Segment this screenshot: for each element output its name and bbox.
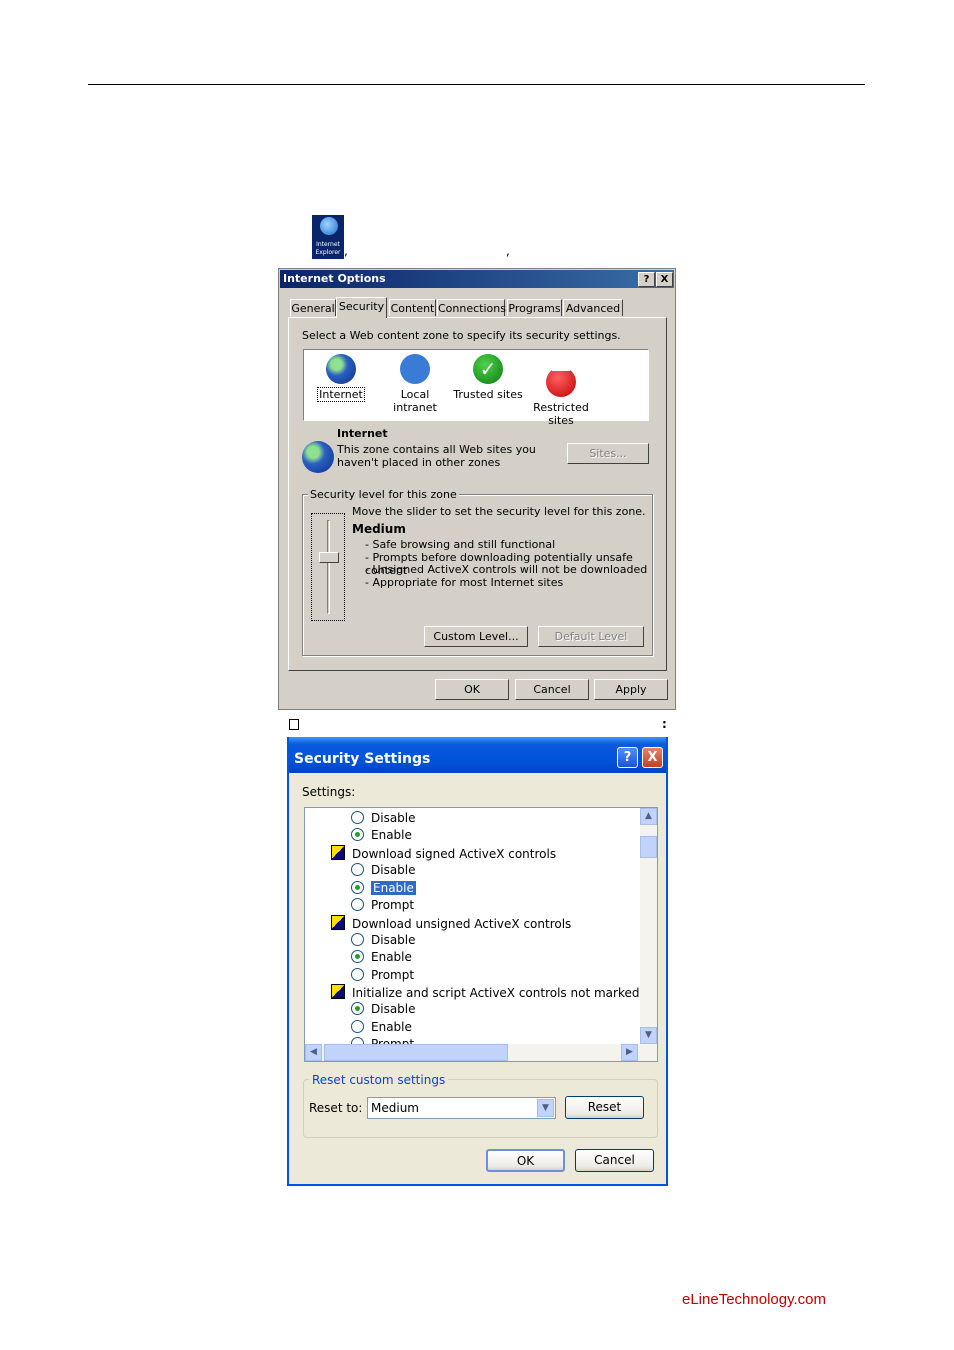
settings-list[interactable]: Disable Enable Download signed ActiveX c… [304,807,658,1062]
dialog-title: Security Settings [289,737,666,773]
default-level-button[interactable]: Default Level [538,626,644,647]
list-item[interactable]: Enable [351,949,412,965]
scroll-right-icon[interactable]: ▶ [621,1044,638,1061]
radio-button[interactable] [351,1002,364,1015]
list-item[interactable]: Enable [351,827,412,843]
radio-button[interactable] [351,811,364,824]
internet-options-dialog: Internet Options ? X General Security Co… [278,268,676,710]
security-slider[interactable] [311,513,345,621]
list-item[interactable]: Disable [351,1001,416,1017]
zone-label: Restricted sites [533,401,589,427]
tab-security[interactable]: Security [336,297,387,318]
security-level-legend: Security level for this zone [308,488,459,501]
shield-icon [331,845,345,860]
list-header: Download unsigned ActiveX controls [331,915,571,931]
list-item[interactable]: Enable [351,880,416,896]
radio-button[interactable] [351,933,364,946]
security-settings-dialog: Security Settings ? X Settings: Disable … [287,737,668,1186]
tab-connections[interactable]: Connections [437,299,506,316]
zone-local-intranet[interactable]: Local intranet [378,354,452,414]
reset-to-select[interactable]: Medium ▼ [367,1097,556,1119]
list-item[interactable]: Enable [351,1019,412,1035]
cancel-button[interactable]: Cancel [515,679,589,700]
list-item[interactable]: Disable [351,810,416,826]
globe-icon [326,354,356,384]
zone-description: This zone contains all Web sites you [337,443,536,456]
ie-logo-icon [320,217,338,235]
slider-track [327,520,330,614]
separator-colon: : [662,717,667,731]
local-intranet-icon [400,354,430,384]
slider-thumb[interactable] [319,552,339,563]
level-point: - Safe browsing and still functional [365,538,556,551]
zone-trusted-sites[interactable]: ✓ Trusted sites [453,354,523,401]
security-level-name: Medium [352,522,406,536]
zone-label: Internet [317,387,365,402]
footer-brand: eLineTechnology.com [682,1291,826,1308]
radio-button[interactable] [351,898,364,911]
tab-general[interactable]: General [290,299,336,316]
scroll-thumb[interactable] [324,1044,508,1061]
zone-name: Internet [337,427,388,440]
list-item[interactable]: Prompt [351,967,414,983]
chevron-down-icon[interactable]: ▼ [537,1099,554,1117]
checkmark-icon: ✓ [473,354,503,384]
zone-internet[interactable]: Internet [306,354,376,402]
custom-level-button[interactable]: Custom Level... [424,626,528,647]
shield-icon [331,984,345,999]
tab-programs[interactable]: Programs [507,299,562,316]
top-rule [88,84,865,85]
radio-button[interactable] [351,828,364,841]
no-entry-icon [546,367,576,397]
internet-explorer-icon[interactable]: Internet Explorer [312,215,344,259]
dialog-title: Internet Options [280,270,674,288]
horizontal-scrollbar[interactable]: ◀ ▶ [305,1044,657,1061]
close-button[interactable]: X [642,747,663,768]
separator-comma: , [344,244,348,258]
reset-button[interactable]: Reset [565,1096,644,1119]
radio-button[interactable] [351,863,364,876]
tab-content[interactable]: Content [389,299,436,316]
separator-comma: , [506,244,510,258]
reset-to-label: Reset to: [309,1101,363,1115]
settings-label: Settings: [302,785,356,799]
tab-advanced[interactable]: Advanced [563,299,623,316]
scroll-up-icon[interactable]: ▲ [640,808,657,825]
ok-button[interactable]: OK [435,679,509,700]
scroll-down-icon[interactable]: ▼ [640,1027,657,1044]
shield-icon [331,915,345,930]
radio-button[interactable] [351,1020,364,1033]
box-glyph [289,719,299,730]
level-point: - Unsigned ActiveX controls will not be … [365,563,648,576]
zone-label: Local intranet [393,388,437,414]
level-point: - Appropriate for most Internet sites [365,576,564,589]
list-header: Download signed ActiveX controls [331,845,556,861]
zone-prompt: Select a Web content zone to specify its… [302,329,621,342]
help-button[interactable]: ? [617,747,638,768]
globe-icon [302,441,334,473]
apply-button[interactable]: Apply [594,679,668,700]
list-item[interactable]: Disable [351,862,416,878]
scroll-thumb[interactable] [640,836,657,858]
zone-list[interactable]: Internet Local intranet ✓ Trusted sites … [303,349,649,427]
vertical-scrollbar[interactable]: ▲ ▼ [640,808,657,1044]
zone-label: Trusted sites [453,388,523,401]
list-header: Initialize and script ActiveX controls n… [331,984,657,1000]
list-item[interactable]: Disable [351,932,416,948]
zone-description: haven't placed in other zones [337,456,501,469]
reset-group-legend: Reset custom settings [309,1073,449,1087]
zone-restricted-sites[interactable]: Restricted sites [526,354,596,427]
list-item[interactable]: Prompt [351,897,414,913]
slider-hint: Move the slider to set the security leve… [352,505,646,518]
desktop-icon-label: Internet Explorer [315,241,341,256]
ok-button[interactable]: OK [486,1149,565,1172]
radio-button[interactable] [351,881,364,894]
help-button[interactable]: ? [638,272,655,287]
radio-button[interactable] [351,968,364,981]
close-button[interactable]: X [656,272,673,287]
cancel-button[interactable]: Cancel [575,1149,654,1172]
scroll-left-icon[interactable]: ◀ [305,1044,322,1061]
sites-button[interactable]: Sites... [567,443,649,464]
radio-button[interactable] [351,950,364,963]
